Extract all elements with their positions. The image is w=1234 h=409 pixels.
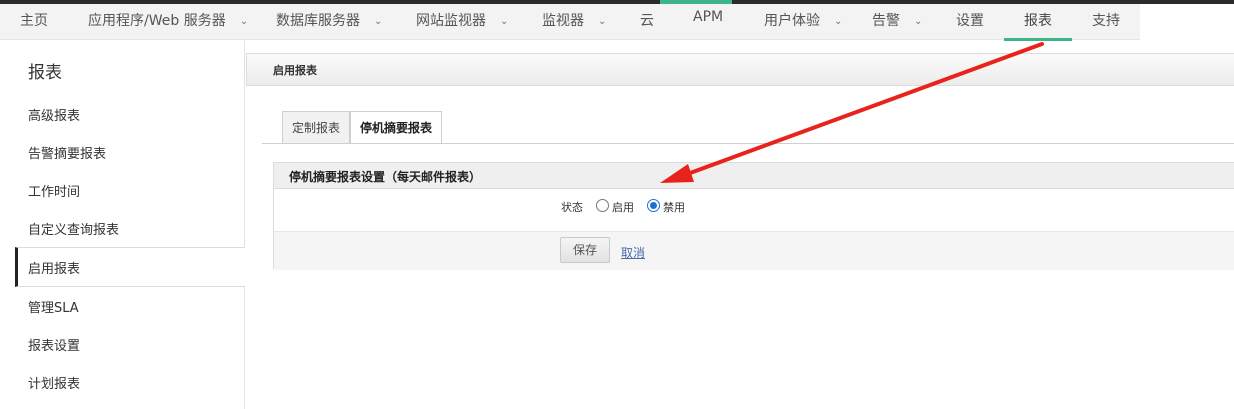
sidebar-item-manage-sla[interactable]: 管理SLA bbox=[28, 297, 79, 316]
nav-item-label: 应用程序/Web 服务器 bbox=[88, 13, 226, 29]
nav-item-home[interactable]: 主页 bbox=[20, 4, 48, 40]
nav-item-label: 用户体验 bbox=[764, 13, 820, 29]
main-nav: 主页 应用程序/Web 服务器 ⌄ 数据库服务器 ⌄ 网站监视器 ⌄ 监视器 ⌄ 云 A… bbox=[0, 4, 1140, 41]
radio-enable[interactable] bbox=[596, 199, 609, 212]
nav-item-label: 主页 bbox=[20, 13, 48, 29]
sidebar-item-report-settings[interactable]: 报表设置 bbox=[28, 335, 80, 354]
nav-item-label: 网站监视器 bbox=[416, 13, 486, 29]
tab-downtime-summary[interactable]: 停机摘要报表 bbox=[350, 111, 442, 144]
chevron-down-icon: ⌄ bbox=[500, 16, 509, 27]
nav-item-app-web-servers[interactable]: 应用程序/Web 服务器 ⌄ bbox=[88, 4, 248, 40]
sidebar-item-schedule-reports[interactable]: 计划报表 bbox=[28, 373, 80, 392]
save-button[interactable]: 保存 bbox=[560, 237, 610, 263]
nav-item-settings[interactable]: 设置 bbox=[956, 4, 984, 40]
settings-heading: 停机摘要报表设置（每天邮件报表） bbox=[289, 170, 482, 184]
tab-custom-reports[interactable]: 定制报表 bbox=[282, 111, 350, 143]
nav-item-user-experience[interactable]: 用户体验 ⌄ bbox=[764, 4, 842, 40]
nav-item-label: 报表 bbox=[1024, 13, 1052, 29]
sidebar-item-business-hours[interactable]: 工作时间 bbox=[28, 181, 80, 200]
nav-item-database-servers[interactable]: 数据库服务器 ⌄ bbox=[276, 4, 382, 40]
nav-item-label: APM bbox=[693, 9, 724, 25]
nav-item-monitors[interactable]: 监视器 ⌄ bbox=[542, 4, 606, 40]
nav-item-alarms[interactable]: 告警 ⌄ bbox=[872, 4, 922, 40]
nav-item-label: 告警 bbox=[872, 13, 900, 29]
radio-disable-label[interactable]: 禁用 bbox=[663, 199, 685, 215]
form-button-row: 保存 取消 bbox=[274, 231, 1234, 270]
nav-item-website-monitors[interactable]: 网站监视器 ⌄ bbox=[416, 4, 508, 40]
sidebar: 报表 高级报表 告警摘要报表 工作时间 自定义查询报表 启用报表 管理SLA 报… bbox=[0, 40, 245, 409]
nav-item-label: 支持 bbox=[1092, 13, 1120, 29]
cancel-link[interactable]: 取消 bbox=[621, 244, 645, 261]
chevron-down-icon: ⌄ bbox=[598, 16, 607, 27]
chevron-down-icon: ⌄ bbox=[834, 16, 843, 27]
status-label: 状态 bbox=[561, 201, 583, 214]
sidebar-item-advanced-reports[interactable]: 高级报表 bbox=[28, 105, 80, 124]
sidebar-item-alarm-summary[interactable]: 告警摘要报表 bbox=[28, 143, 106, 162]
radio-disable[interactable] bbox=[647, 199, 660, 212]
tabs-divider bbox=[262, 143, 1234, 144]
settings-form: 停机摘要报表设置（每天邮件报表） 状态 启用 禁用 保存 取消 bbox=[273, 162, 1234, 270]
radio-enable-label[interactable]: 启用 bbox=[612, 199, 634, 215]
sidebar-title: 报表 bbox=[28, 63, 62, 83]
nav-active-underline bbox=[1004, 38, 1072, 41]
nav-item-support[interactable]: 支持 bbox=[1092, 4, 1120, 40]
chevron-down-icon: ⌄ bbox=[239, 16, 249, 27]
nav-item-label: 监视器 bbox=[542, 13, 584, 29]
sidebar-item-enable-reports[interactable]: 启用报表 bbox=[28, 258, 80, 277]
nav-item-label: 云 bbox=[640, 13, 654, 29]
panel-title: 启用报表 bbox=[273, 64, 317, 77]
settings-heading-bar: 停机摘要报表设置（每天邮件报表） bbox=[274, 163, 1234, 189]
nav-item-reports[interactable]: 报表 bbox=[1024, 4, 1052, 40]
nav-item-label: 数据库服务器 bbox=[276, 13, 360, 29]
nav-item-apm[interactable]: APM bbox=[693, 0, 723, 36]
chevron-down-icon: ⌄ bbox=[374, 16, 383, 27]
panel-header: 启用报表 bbox=[246, 53, 1234, 86]
sidebar-item-custom-query[interactable]: 自定义查询报表 bbox=[28, 219, 119, 238]
nav-item-cloud[interactable]: 云 bbox=[640, 4, 654, 40]
chevron-down-icon: ⌄ bbox=[914, 16, 923, 27]
nav-item-label: 设置 bbox=[956, 13, 984, 29]
